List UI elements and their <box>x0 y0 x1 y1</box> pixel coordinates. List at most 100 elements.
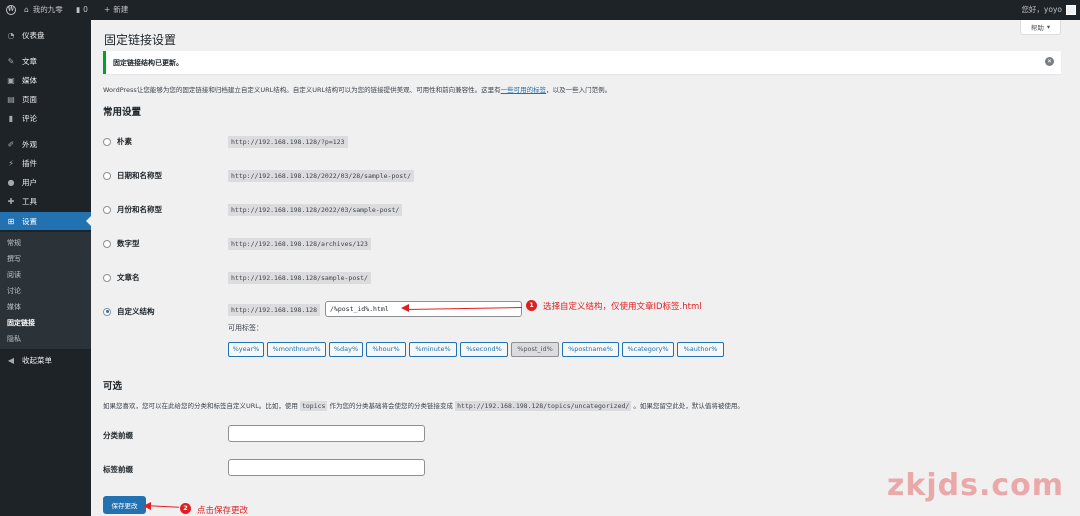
desc-mid: 作为您的分类基础将会使您的分类链接变成 <box>329 402 454 410</box>
comments-count: 0 <box>83 5 88 14</box>
sidebar-item-label: 媒体 <box>22 75 37 85</box>
option-day-name[interactable]: 日期和名称型 <box>103 170 162 181</box>
sidebar-item-dashboard[interactable]: ◔ 仪表盘 <box>0 26 91 44</box>
sidebar-item-label: 评论 <box>22 113 37 123</box>
available-tags-link[interactable]: 一些可用的标签 <box>501 86 547 94</box>
sidebar-item-settings[interactable]: ⊞ 设置 <box>0 212 91 230</box>
sidebar-item-tools[interactable]: ✚ 工具 <box>0 192 91 210</box>
tag-button-minute[interactable]: %minute% <box>409 342 457 357</box>
common-settings-heading: 常用设置 <box>103 107 142 118</box>
sidebar-item-label: 工具 <box>22 196 37 206</box>
account-menu[interactable]: 您好，yoyo <box>1021 0 1076 20</box>
radio-button[interactable] <box>103 205 111 214</box>
avatar <box>1066 5 1076 15</box>
tag-button-monthnum[interactable]: %monthnum% <box>267 342 326 357</box>
example-url: http://192.168.198.128/?p=123 <box>228 136 348 148</box>
annotation-text-1: 选择自定义结构，仅使用文章ID标签.html <box>543 302 702 312</box>
optional-heading: 可选 <box>103 381 123 392</box>
tag-button-year[interactable]: %year% <box>228 342 264 357</box>
tag-button-hour[interactable]: %hour% <box>366 342 406 357</box>
radio-button[interactable] <box>103 171 111 180</box>
watermark: zkjds.com <box>886 468 1064 503</box>
custom-base-url: http://192.168.198.128 <box>228 304 321 316</box>
radio-button[interactable] <box>103 239 111 248</box>
sidebar-item-label: 插件 <box>22 158 37 168</box>
sidebar-item-media[interactable]: ▣ 媒体 <box>0 71 91 89</box>
sidebar-item-plugins[interactable]: ⚡ 插件 <box>0 154 91 172</box>
option-post-name[interactable]: 文章名 <box>103 272 140 283</box>
category-base-input[interactable] <box>228 425 425 442</box>
desc-after: 。如果您留空此处，默认值将被使用。 <box>633 402 744 410</box>
submenu-permalinks[interactable]: 固定链接 <box>7 318 35 328</box>
admin-sidebar: ◔ 仪表盘 ✎ 文章 ▣ 媒体 ▤ 页面 ▮ 评论 ✐ 外观 ⚡ 插件 ● 用户… <box>0 20 91 516</box>
sidebar-item-comments[interactable]: ▮ 评论 <box>0 109 91 127</box>
sidebar-item-users[interactable]: ● 用户 <box>0 173 91 191</box>
help-label: 帮助 <box>1030 24 1044 32</box>
notice-text: 固定链接结构已更新。 <box>113 58 183 67</box>
radio-button[interactable] <box>103 273 111 282</box>
option-numeric[interactable]: 数字型 <box>103 238 140 249</box>
page-title: 固定链接设置 <box>104 33 177 47</box>
option-label: 文章名 <box>117 273 140 282</box>
submenu-discussion[interactable]: 讨论 <box>7 286 21 296</box>
sidebar-item-label: 页面 <box>22 94 37 104</box>
desc-code-topics: topics <box>299 401 328 411</box>
sidebar-item-posts[interactable]: ✎ 文章 <box>0 52 91 70</box>
comments-link[interactable]: ▮ 0 <box>76 0 88 20</box>
sidebar-item-label: 文章 <box>22 56 37 66</box>
submenu-reading[interactable]: 阅读 <box>7 270 21 280</box>
media-icon: ▣ <box>7 75 15 85</box>
submenu-media[interactable]: 媒体 <box>7 302 21 312</box>
sidebar-item-label: 外观 <box>22 139 37 149</box>
sidebar-item-pages[interactable]: ▤ 页面 <box>0 90 91 108</box>
sidebar-item-label: 用户 <box>22 177 37 187</box>
tag-button-second[interactable]: %second% <box>460 342 508 357</box>
optional-description: 如果您喜欢，您可以在此给您的分类和标签自定义URL。比如，使用 topics 作… <box>103 400 744 411</box>
help-tab-button[interactable]: 帮助 ▾ <box>1020 20 1061 35</box>
collapse-label: 收起菜单 <box>22 355 52 365</box>
home-icon: ⌂ <box>24 5 29 14</box>
page-icon: ▤ <box>7 94 15 104</box>
save-button[interactable]: 保存更改 <box>103 496 146 514</box>
tag-button-category[interactable]: %category% <box>622 342 674 357</box>
settings-submenu: 常规 撰写 阅读 讨论 媒体 固定链接 隐私 <box>0 232 91 349</box>
option-label: 月份和名称型 <box>117 205 162 214</box>
close-icon[interactable]: ✕ <box>1045 57 1054 66</box>
collapse-icon: ◀ <box>7 355 15 365</box>
radio-button[interactable] <box>103 137 111 146</box>
example-url: http://192.168.198.128/archives/123 <box>228 238 371 250</box>
tag-base-input[interactable] <box>228 459 425 476</box>
sidebar-item-appearance[interactable]: ✐ 外观 <box>0 135 91 153</box>
new-content-link[interactable]: + 新建 <box>104 0 128 20</box>
tag-button-day[interactable]: %day% <box>329 342 363 357</box>
dashboard-icon: ◔ <box>7 30 15 40</box>
submenu-writing[interactable]: 撰写 <box>7 254 21 264</box>
tag-button-postname[interactable]: %postname% <box>562 342 619 357</box>
collapse-menu-button[interactable]: ◀ 收起菜单 <box>0 351 91 369</box>
option-custom-structure[interactable]: 自定义结构 <box>103 306 155 317</box>
pin-icon: ✎ <box>7 56 15 66</box>
comment-icon: ▮ <box>8 113 14 123</box>
site-name-link[interactable]: ⌂ 我的九零 <box>24 0 63 20</box>
option-month-name[interactable]: 月份和名称型 <box>103 204 162 215</box>
comment-icon: ▮ <box>76 5 81 14</box>
intro-after: ，以及一些入门范例。 <box>546 86 612 94</box>
desc-before: 如果您喜欢，您可以在此给您的分类和标签自定义URL。比如，使用 <box>103 402 298 410</box>
wordpress-logo-icon[interactable]: W <box>4 0 18 20</box>
radio-button[interactable] <box>103 307 111 316</box>
tag-button-author[interactable]: %author% <box>677 342 724 357</box>
chevron-down-icon: ▾ <box>1046 23 1051 31</box>
available-tags-label: 可用标签： <box>228 324 263 332</box>
annotation-badge-2: 2 <box>180 503 191 514</box>
example-url: http://192.168.198.128/2022/03/sample-po… <box>228 204 403 216</box>
tag-button-post-id[interactable]: %post_id% <box>511 342 559 357</box>
submenu-general[interactable]: 常规 <box>7 238 21 248</box>
settings-icon: ⊞ <box>7 216 15 226</box>
option-label: 数字型 <box>117 239 140 248</box>
intro-text: WordPress让您能够为您的固定链接和归档建立自定义URL结构。自定义URL… <box>103 84 611 94</box>
example-url: http://192.168.198.128/2022/03/28/sample… <box>228 170 415 182</box>
tag-base-label: 标签前缀 <box>103 465 133 474</box>
option-plain[interactable]: 朴素 <box>103 136 132 147</box>
submenu-privacy[interactable]: 隐私 <box>7 334 21 344</box>
new-label: 新建 <box>113 5 129 14</box>
